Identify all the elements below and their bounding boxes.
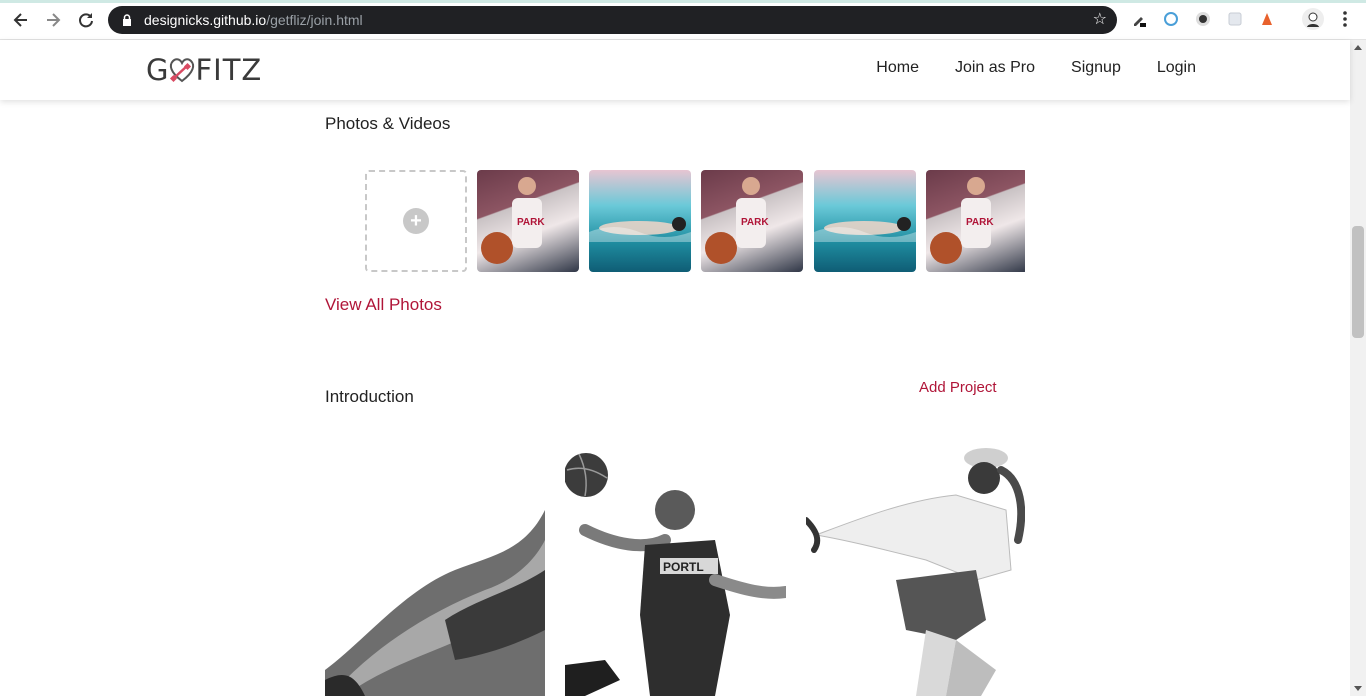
main-menu: Home Join as Pro Signup Login bbox=[876, 59, 1196, 77]
reload-icon[interactable] bbox=[74, 8, 98, 32]
lock-icon bbox=[120, 13, 134, 27]
menu-home[interactable]: Home bbox=[876, 59, 919, 77]
plus-icon: + bbox=[403, 208, 429, 234]
photos-title: Photos & Videos bbox=[325, 114, 451, 133]
add-project-link[interactable]: Add Project bbox=[919, 379, 997, 396]
menu-join-as-pro[interactable]: Join as Pro bbox=[955, 59, 1035, 77]
gallery-image-basketball-dunk[interactable]: PORTL bbox=[564, 440, 792, 696]
scroll-down-arrow[interactable] bbox=[1354, 686, 1362, 691]
address-bar[interactable]: designicks.github.io/getfliz/join.html ☆ bbox=[108, 6, 1117, 34]
eyedropper-icon[interactable] bbox=[1130, 10, 1148, 28]
menu-signup[interactable]: Signup bbox=[1071, 59, 1121, 77]
sync-icon[interactable] bbox=[1162, 10, 1180, 28]
heart-dumbbell-icon bbox=[170, 58, 195, 83]
back-icon[interactable] bbox=[9, 8, 33, 32]
photo-thumbnail-basketball[interactable]: PARK bbox=[701, 170, 803, 272]
svg-text:PARK: PARK bbox=[966, 217, 994, 228]
view-all-photos-link[interactable]: View All Photos bbox=[325, 295, 442, 315]
dark-mode-icon[interactable] bbox=[1194, 10, 1212, 28]
gallery-image-athlete-arm[interactable] bbox=[325, 440, 545, 696]
forward-icon[interactable] bbox=[41, 8, 65, 32]
menu-login[interactable]: Login bbox=[1157, 59, 1196, 77]
svg-text:PARK: PARK bbox=[517, 217, 545, 228]
browser-toolbar: designicks.github.io/getfliz/join.html ☆ bbox=[0, 0, 1366, 40]
gallery-image-dancer[interactable] bbox=[803, 440, 1025, 696]
photo-thumbnail-basketball[interactable]: PARK bbox=[477, 170, 579, 272]
site-header: G FITZ Home Join as Pro Signup Login bbox=[0, 40, 1350, 100]
kebab-menu-icon[interactable] bbox=[1336, 10, 1354, 28]
introduction-title: Introduction bbox=[325, 387, 414, 406]
scrollbar-thumb[interactable] bbox=[1352, 226, 1364, 338]
svg-text:PORTL: PORTL bbox=[663, 560, 704, 574]
profile-avatar[interactable] bbox=[1302, 8, 1324, 30]
tab-strip-accent bbox=[0, 0, 1366, 3]
site-logo[interactable]: G FITZ bbox=[146, 53, 262, 87]
photo-thumbnail-basketball[interactable]: PARK bbox=[926, 170, 1025, 272]
svg-text:PARK: PARK bbox=[741, 217, 769, 228]
photo-thumbnail-swimming[interactable] bbox=[814, 170, 916, 272]
photo-thumbnail-swimming[interactable] bbox=[589, 170, 691, 272]
star-icon[interactable]: ☆ bbox=[1093, 11, 1107, 29]
add-photo-button[interactable]: + bbox=[365, 170, 467, 272]
page-scrollbar[interactable] bbox=[1350, 40, 1366, 696]
photo-strip: + PARK PARK PARK bbox=[365, 170, 1025, 272]
extension-alert-icon[interactable] bbox=[1258, 10, 1276, 28]
introduction-gallery: PORTL bbox=[325, 440, 1025, 696]
address-url: designicks.github.io/getfliz/join.html bbox=[144, 12, 363, 28]
scroll-up-arrow[interactable] bbox=[1354, 45, 1362, 50]
extension-icon[interactable] bbox=[1226, 10, 1244, 28]
